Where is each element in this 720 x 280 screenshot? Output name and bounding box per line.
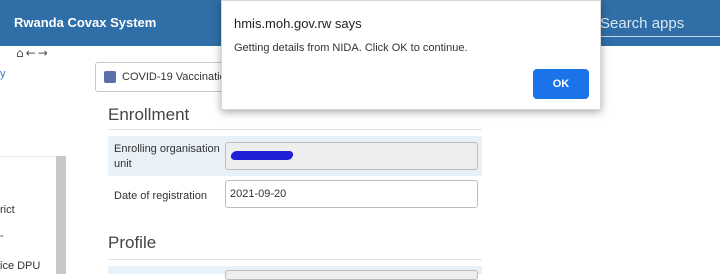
program-label: COVID-19 Vaccination	[122, 71, 232, 83]
home-icon[interactable]: ⌂	[16, 46, 26, 60]
program-selector[interactable]: COVID-19 Vaccination	[95, 62, 235, 92]
left-panel-item[interactable]: ice DPU	[0, 260, 40, 272]
left-panel-item[interactable]: rict	[0, 204, 15, 216]
profile-field[interactable]	[225, 270, 478, 280]
app-title[interactable]: Rwanda Covax System	[14, 15, 156, 30]
search-apps-input[interactable]: Search apps	[600, 12, 720, 37]
left-panel-item[interactable]: -	[0, 230, 4, 242]
left-panel-link[interactable]: y	[0, 68, 6, 80]
arrow-right-icon[interactable]: →	[38, 46, 50, 60]
date-of-registration-input[interactable]: 2021-09-20	[225, 180, 478, 208]
redaction-mark	[230, 151, 294, 160]
dialog-message: Getting details from NIDA. Click OK to c…	[234, 42, 468, 54]
left-panel-scrollbar[interactable]	[56, 156, 66, 274]
enrollment-heading: Enrollment	[108, 105, 190, 124]
date-label: Date of registration	[114, 190, 207, 202]
alert-dialog: hmis.moh.gov.rw says Getting details fro…	[221, 0, 601, 110]
org-unit-row: Enrolling organisation unit	[108, 136, 482, 176]
program-icon	[104, 71, 116, 83]
profile-rule	[108, 259, 482, 260]
arrow-left-icon[interactable]: ←	[26, 46, 38, 60]
profile-heading: Profile	[108, 233, 157, 252]
profile-row	[108, 266, 482, 280]
org-unit-label: Enrolling organisation unit	[114, 143, 220, 170]
nav-icons: ⌂←→	[16, 46, 50, 60]
enrollment-rule	[108, 129, 482, 130]
left-panel: ⌂←→ y rict - ice DPU	[0, 46, 66, 274]
org-unit-field	[225, 142, 478, 170]
ok-button[interactable]: OK	[533, 69, 589, 99]
date-row: Date of registration 2021-09-20	[108, 178, 482, 216]
dialog-title: hmis.moh.gov.rw says	[234, 16, 362, 31]
left-panel-divider	[0, 156, 56, 157]
